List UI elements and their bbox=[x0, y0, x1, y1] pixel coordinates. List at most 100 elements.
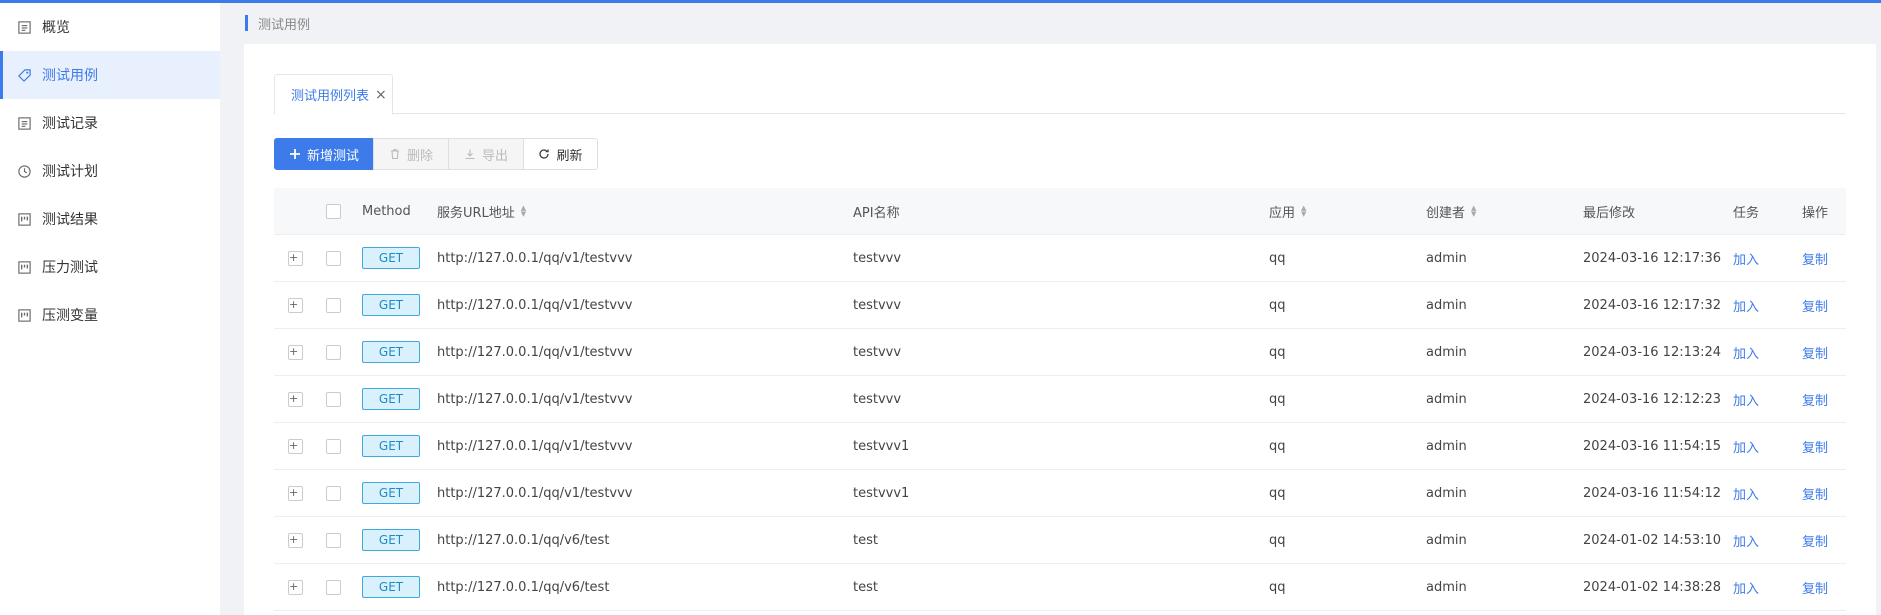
sidebar-item-label: 测试计划 bbox=[42, 164, 98, 180]
sort-icon[interactable]: ▲ ▼ bbox=[521, 205, 526, 218]
modified-cell: 2024-03-16 12:12:23 bbox=[1583, 391, 1722, 407]
refresh-icon bbox=[538, 148, 550, 160]
tab-test-case-list[interactable]: 测试用例列表 × bbox=[274, 74, 393, 115]
sidebar-item-label: 压测变量 bbox=[42, 308, 98, 324]
app-cell: qq bbox=[1269, 344, 1286, 360]
api-name-cell: testvvv bbox=[853, 250, 902, 266]
modified-cell: 2024-01-02 14:53:10 bbox=[1583, 532, 1722, 548]
row-checkbox[interactable] bbox=[326, 532, 341, 548]
expand-row-button[interactable]: + bbox=[288, 250, 303, 266]
delete-label: 删除 bbox=[406, 148, 433, 164]
row-checkbox[interactable] bbox=[326, 438, 341, 454]
method-badge: GET bbox=[362, 341, 420, 363]
board-icon bbox=[16, 211, 33, 228]
sidebar-item-test-records[interactable]: 测试记录 bbox=[0, 99, 220, 147]
copy-link[interactable]: 复制 bbox=[1802, 343, 1828, 362]
row-checkbox[interactable] bbox=[326, 485, 341, 501]
sidebar-item-test-plan[interactable]: 测试计划 bbox=[0, 147, 220, 195]
join-task-link[interactable]: 加入 bbox=[1733, 249, 1759, 268]
sidebar-item-overview[interactable]: 概览 bbox=[0, 3, 220, 51]
join-task-link[interactable]: 加入 bbox=[1733, 390, 1759, 409]
toolbar: 新增测试 删除 导出 刷新 bbox=[274, 138, 598, 170]
main-panel: 测试用例列表 × 新增测试 删除 导出 刷新 Method 服务URL地址 ▲ ▼ … bbox=[244, 44, 1876, 615]
expand-row-button[interactable]: + bbox=[288, 297, 303, 313]
row-checkbox[interactable] bbox=[326, 297, 341, 313]
url-cell: http://127.0.0.1/qq/v6/test bbox=[437, 579, 610, 595]
copy-link[interactable]: 复制 bbox=[1802, 296, 1828, 315]
sort-icon[interactable]: ▲ ▼ bbox=[1301, 205, 1306, 218]
header-task: 任务 bbox=[1733, 205, 1760, 221]
method-badge: GET bbox=[362, 247, 420, 269]
expand-row-button[interactable]: + bbox=[288, 344, 303, 360]
table-row: + GET http://127.0.0.1/qq/v6/test test q… bbox=[274, 564, 1846, 611]
expand-row-button[interactable]: + bbox=[288, 391, 303, 407]
copy-link[interactable]: 复制 bbox=[1802, 578, 1828, 597]
table-row: + GET http://127.0.0.1/qq/v1/testvvv tes… bbox=[274, 329, 1846, 376]
app-cell: qq bbox=[1269, 532, 1286, 548]
add-test-label: 新增测试 bbox=[306, 148, 359, 164]
header-url[interactable]: 服务URL地址 ▲ ▼ bbox=[437, 202, 526, 221]
refresh-button[interactable]: 刷新 bbox=[523, 138, 598, 170]
close-icon[interactable]: × bbox=[375, 87, 387, 103]
api-name-cell: testvvv bbox=[853, 297, 902, 313]
join-task-link[interactable]: 加入 bbox=[1733, 437, 1759, 456]
modified-cell: 2024-03-16 12:17:32 bbox=[1583, 297, 1722, 313]
modified-cell: 2024-03-16 11:54:15 bbox=[1583, 438, 1722, 454]
method-badge: GET bbox=[362, 576, 420, 598]
sidebar-item-label: 概览 bbox=[42, 20, 70, 36]
table-row: + GET http://127.0.0.1/qq/v1/testvvv tes… bbox=[274, 423, 1846, 470]
copy-link[interactable]: 复制 bbox=[1802, 437, 1828, 456]
table-row: + GET http://127.0.0.1/qq/v1/testvvv tes… bbox=[274, 470, 1846, 517]
sidebar-item-test-cases[interactable]: 测试用例 bbox=[0, 51, 220, 99]
api-name-cell: test bbox=[853, 532, 878, 548]
creator-cell: admin bbox=[1426, 579, 1467, 595]
join-task-link[interactable]: 加入 bbox=[1733, 343, 1759, 362]
copy-link[interactable]: 复制 bbox=[1802, 390, 1828, 409]
api-name-cell: testvvv bbox=[853, 344, 902, 360]
header-method: Method bbox=[362, 203, 411, 219]
copy-link[interactable]: 复制 bbox=[1802, 484, 1828, 503]
header-api: API名称 bbox=[853, 205, 900, 221]
app-cell: qq bbox=[1269, 250, 1286, 266]
tab-bar: 测试用例列表 × bbox=[274, 74, 1846, 115]
sort-icon[interactable]: ▲ ▼ bbox=[1471, 205, 1476, 218]
expand-row-button[interactable]: + bbox=[288, 532, 303, 548]
breadcrumb-accent bbox=[245, 15, 248, 31]
join-task-link[interactable]: 加入 bbox=[1733, 296, 1759, 315]
table-row: + GET http://127.0.0.1/qq/v1/testvvv tes… bbox=[274, 376, 1846, 423]
row-checkbox[interactable] bbox=[326, 344, 341, 360]
app-cell: qq bbox=[1269, 297, 1286, 313]
board-icon bbox=[16, 259, 33, 276]
select-all-checkbox[interactable] bbox=[326, 203, 341, 219]
sidebar-item-stress-test[interactable]: 压力测试 bbox=[0, 243, 220, 291]
join-task-link[interactable]: 加入 bbox=[1733, 484, 1759, 503]
export-button[interactable]: 导出 bbox=[448, 138, 524, 170]
creator-cell: admin bbox=[1426, 532, 1467, 548]
sidebar-item-label: 测试用例 bbox=[42, 68, 98, 84]
method-badge: GET bbox=[362, 529, 420, 551]
header-op: 操作 bbox=[1802, 205, 1829, 221]
copy-link[interactable]: 复制 bbox=[1802, 531, 1828, 550]
row-checkbox[interactable] bbox=[326, 579, 341, 595]
modified-cell: 2024-03-16 12:17:36 bbox=[1583, 250, 1722, 266]
app-cell: qq bbox=[1269, 485, 1286, 501]
app-cell: qq bbox=[1269, 579, 1286, 595]
add-test-button[interactable]: 新增测试 bbox=[274, 138, 374, 170]
modified-cell: 2024-03-16 11:54:12 bbox=[1583, 485, 1722, 501]
header-app[interactable]: 应用 ▲ ▼ bbox=[1269, 202, 1306, 221]
join-task-link[interactable]: 加入 bbox=[1733, 531, 1759, 550]
expand-row-button[interactable]: + bbox=[288, 579, 303, 595]
expand-row-button[interactable]: + bbox=[288, 438, 303, 454]
sidebar-item-stress-vars[interactable]: 压测变量 bbox=[0, 291, 220, 339]
header-creator[interactable]: 创建者 ▲ ▼ bbox=[1426, 202, 1476, 221]
header-creator-label: 创建者 bbox=[1426, 205, 1466, 221]
sidebar-item-test-results[interactable]: 测试结果 bbox=[0, 195, 220, 243]
join-task-link[interactable]: 加入 bbox=[1733, 578, 1759, 597]
copy-link[interactable]: 复制 bbox=[1802, 249, 1828, 268]
expand-row-button[interactable]: + bbox=[288, 485, 303, 501]
row-checkbox[interactable] bbox=[326, 250, 341, 266]
api-name-cell: testvvv1 bbox=[853, 485, 910, 501]
delete-button[interactable]: 删除 bbox=[373, 138, 449, 170]
row-checkbox[interactable] bbox=[326, 391, 341, 407]
refresh-label: 刷新 bbox=[556, 148, 583, 164]
